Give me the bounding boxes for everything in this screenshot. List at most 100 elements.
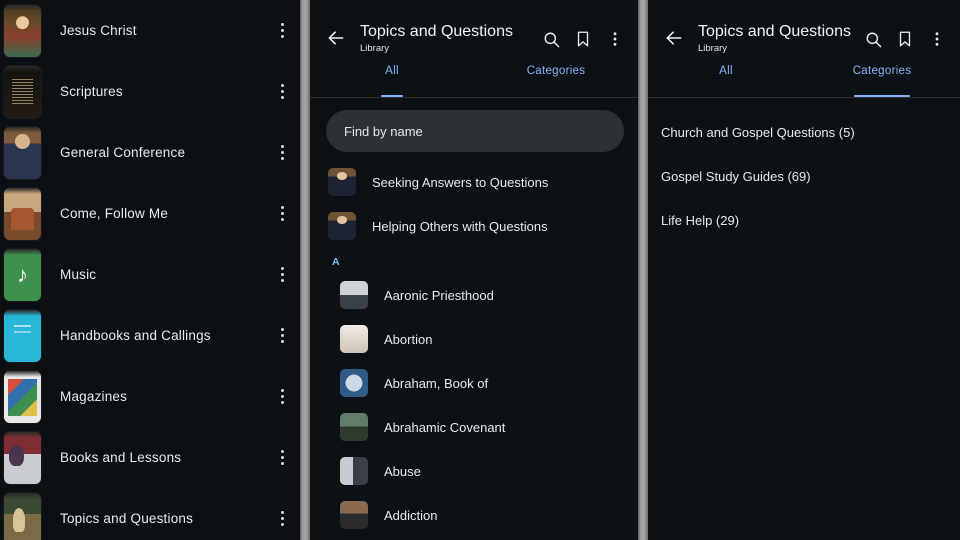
tab-categories[interactable]: Categories bbox=[804, 62, 960, 97]
topic-label: Aaronic Priesthood bbox=[384, 287, 494, 303]
library-thumbnail bbox=[4, 126, 41, 179]
search-field-wrap: Find by name bbox=[310, 98, 638, 158]
library-thumbnail bbox=[4, 187, 41, 240]
library-item-label: Come, Follow Me bbox=[60, 206, 169, 221]
category-list: Church and Gospel Questions (5) Gospel St… bbox=[648, 98, 960, 242]
more-vertical-icon[interactable] bbox=[270, 324, 294, 348]
section-letter-heading: A bbox=[332, 256, 340, 268]
library-panel: Jesus Christ Scriptures General Conference… bbox=[0, 0, 300, 540]
more-vertical-icon[interactable] bbox=[600, 24, 630, 54]
library-item-label: Handbooks and Callings bbox=[60, 328, 211, 343]
library-row[interactable]: Magazines bbox=[0, 366, 300, 427]
panel-divider-right[interactable] bbox=[638, 0, 648, 540]
more-vertical-icon[interactable] bbox=[270, 446, 294, 470]
category-row[interactable]: Gospel Study Guides (69) bbox=[648, 154, 960, 198]
category-row[interactable]: Church and Gospel Questions (5) bbox=[648, 110, 960, 154]
topic-thumbnail bbox=[340, 325, 368, 353]
middle-header-titles: Topics and Questions Library bbox=[350, 22, 536, 56]
library-thumbnail bbox=[4, 492, 41, 540]
panel-divider-left[interactable] bbox=[300, 0, 310, 540]
more-vertical-icon[interactable] bbox=[270, 202, 294, 226]
tab-label: Categories bbox=[526, 65, 586, 77]
topic-row[interactable]: Abortion bbox=[310, 317, 638, 361]
topic-label: Abuse bbox=[384, 463, 421, 479]
page-subtitle: Library bbox=[698, 43, 728, 54]
right-header: Topics and Questions Library bbox=[648, 0, 960, 62]
tab-label: All bbox=[385, 65, 399, 77]
more-vertical-icon[interactable] bbox=[270, 507, 294, 531]
search-icon[interactable] bbox=[536, 24, 566, 54]
topic-thumbnail bbox=[328, 168, 356, 196]
page-title: Topics and Questions bbox=[698, 23, 851, 40]
category-label: Gospel Study Guides (69) bbox=[661, 168, 811, 184]
alphabetical-topic-list: Aaronic Priesthood Abortion Abraham, Book … bbox=[310, 271, 638, 537]
middle-header-actions bbox=[536, 22, 630, 54]
library-item-label: Jesus Christ bbox=[60, 23, 137, 38]
topic-thumbnail bbox=[340, 501, 368, 529]
topic-thumbnail bbox=[340, 457, 368, 485]
search-placeholder: Find by name bbox=[344, 123, 423, 139]
topic-row[interactable]: Abrahamic Covenant bbox=[310, 405, 638, 449]
tab-label: Categories bbox=[852, 65, 912, 77]
library-thumbnail bbox=[4, 431, 41, 484]
search-icon[interactable] bbox=[858, 24, 888, 54]
library-item-label: Magazines bbox=[60, 389, 128, 404]
featured-topic-list: Seeking Answers to Questions Helping Othe… bbox=[310, 158, 638, 248]
tab-all[interactable]: All bbox=[310, 62, 474, 97]
more-vertical-icon[interactable] bbox=[922, 24, 952, 54]
more-vertical-icon[interactable] bbox=[270, 263, 294, 287]
library-thumbnail bbox=[4, 370, 41, 423]
library-item-label: General Conference bbox=[60, 145, 186, 160]
topic-row[interactable]: Helping Others with Questions bbox=[310, 204, 638, 248]
tab-label: All bbox=[719, 65, 733, 77]
category-label: Life Help (29) bbox=[661, 212, 740, 228]
topic-label: Addiction bbox=[384, 507, 438, 523]
back-arrow-icon[interactable] bbox=[322, 24, 350, 52]
right-header-actions bbox=[858, 22, 952, 54]
right-header-titles: Topics and Questions Library bbox=[688, 22, 858, 56]
library-thumbnail bbox=[4, 65, 41, 118]
more-vertical-icon[interactable] bbox=[270, 385, 294, 409]
library-thumbnail bbox=[4, 4, 41, 57]
topic-thumbnail bbox=[340, 281, 368, 309]
library-row[interactable]: General Conference bbox=[0, 122, 300, 183]
more-vertical-icon[interactable] bbox=[270, 141, 294, 165]
library-row[interactable]: Topics and Questions bbox=[0, 488, 300, 540]
more-vertical-icon[interactable] bbox=[270, 19, 294, 43]
category-row[interactable]: Life Help (29) bbox=[648, 198, 960, 242]
library-thumbnail bbox=[4, 248, 41, 301]
library-row[interactable]: Books and Lessons bbox=[0, 427, 300, 488]
topic-row[interactable]: Abraham, Book of bbox=[310, 361, 638, 405]
topic-label: Abraham, Book of bbox=[384, 375, 489, 391]
topic-label: Helping Others with Questions bbox=[372, 218, 548, 234]
topic-label: Seeking Answers to Questions bbox=[372, 174, 549, 190]
library-row[interactable]: Come, Follow Me bbox=[0, 183, 300, 244]
library-item-label: Scriptures bbox=[60, 84, 123, 99]
library-thumbnail bbox=[4, 309, 41, 362]
category-label: Church and Gospel Questions (5) bbox=[661, 124, 855, 140]
library-item-label: Topics and Questions bbox=[60, 511, 194, 526]
topic-row[interactable]: Aaronic Priesthood bbox=[310, 273, 638, 317]
topic-thumbnail bbox=[340, 369, 368, 397]
middle-header: Topics and Questions Library bbox=[310, 0, 638, 62]
tab-all[interactable]: All bbox=[648, 62, 804, 97]
library-row[interactable]: Music bbox=[0, 244, 300, 305]
library-row[interactable]: Jesus Christ bbox=[0, 0, 300, 61]
library-row[interactable]: Handbooks and Callings bbox=[0, 305, 300, 366]
app-screenshot: Jesus Christ Scriptures General Conference… bbox=[0, 0, 960, 540]
library-row[interactable]: Scriptures bbox=[0, 61, 300, 122]
bookmark-icon[interactable] bbox=[890, 24, 920, 54]
topics-all-panel: Topics and Questions Library All Categor… bbox=[310, 0, 638, 540]
more-vertical-icon[interactable] bbox=[270, 80, 294, 104]
topic-row[interactable]: Seeking Answers to Questions bbox=[310, 160, 638, 204]
library-item-label: Books and Lessons bbox=[60, 450, 182, 465]
back-arrow-icon[interactable] bbox=[660, 24, 688, 52]
topic-label: Abrahamic Covenant bbox=[384, 419, 506, 435]
topic-row[interactable]: Abuse bbox=[310, 449, 638, 493]
topic-label: Abortion bbox=[384, 331, 433, 347]
page-subtitle: Library bbox=[360, 43, 390, 54]
bookmark-icon[interactable] bbox=[568, 24, 598, 54]
tab-categories[interactable]: Categories bbox=[474, 62, 638, 97]
topic-row[interactable]: Addiction bbox=[310, 493, 638, 537]
search-input[interactable]: Find by name bbox=[326, 110, 624, 152]
